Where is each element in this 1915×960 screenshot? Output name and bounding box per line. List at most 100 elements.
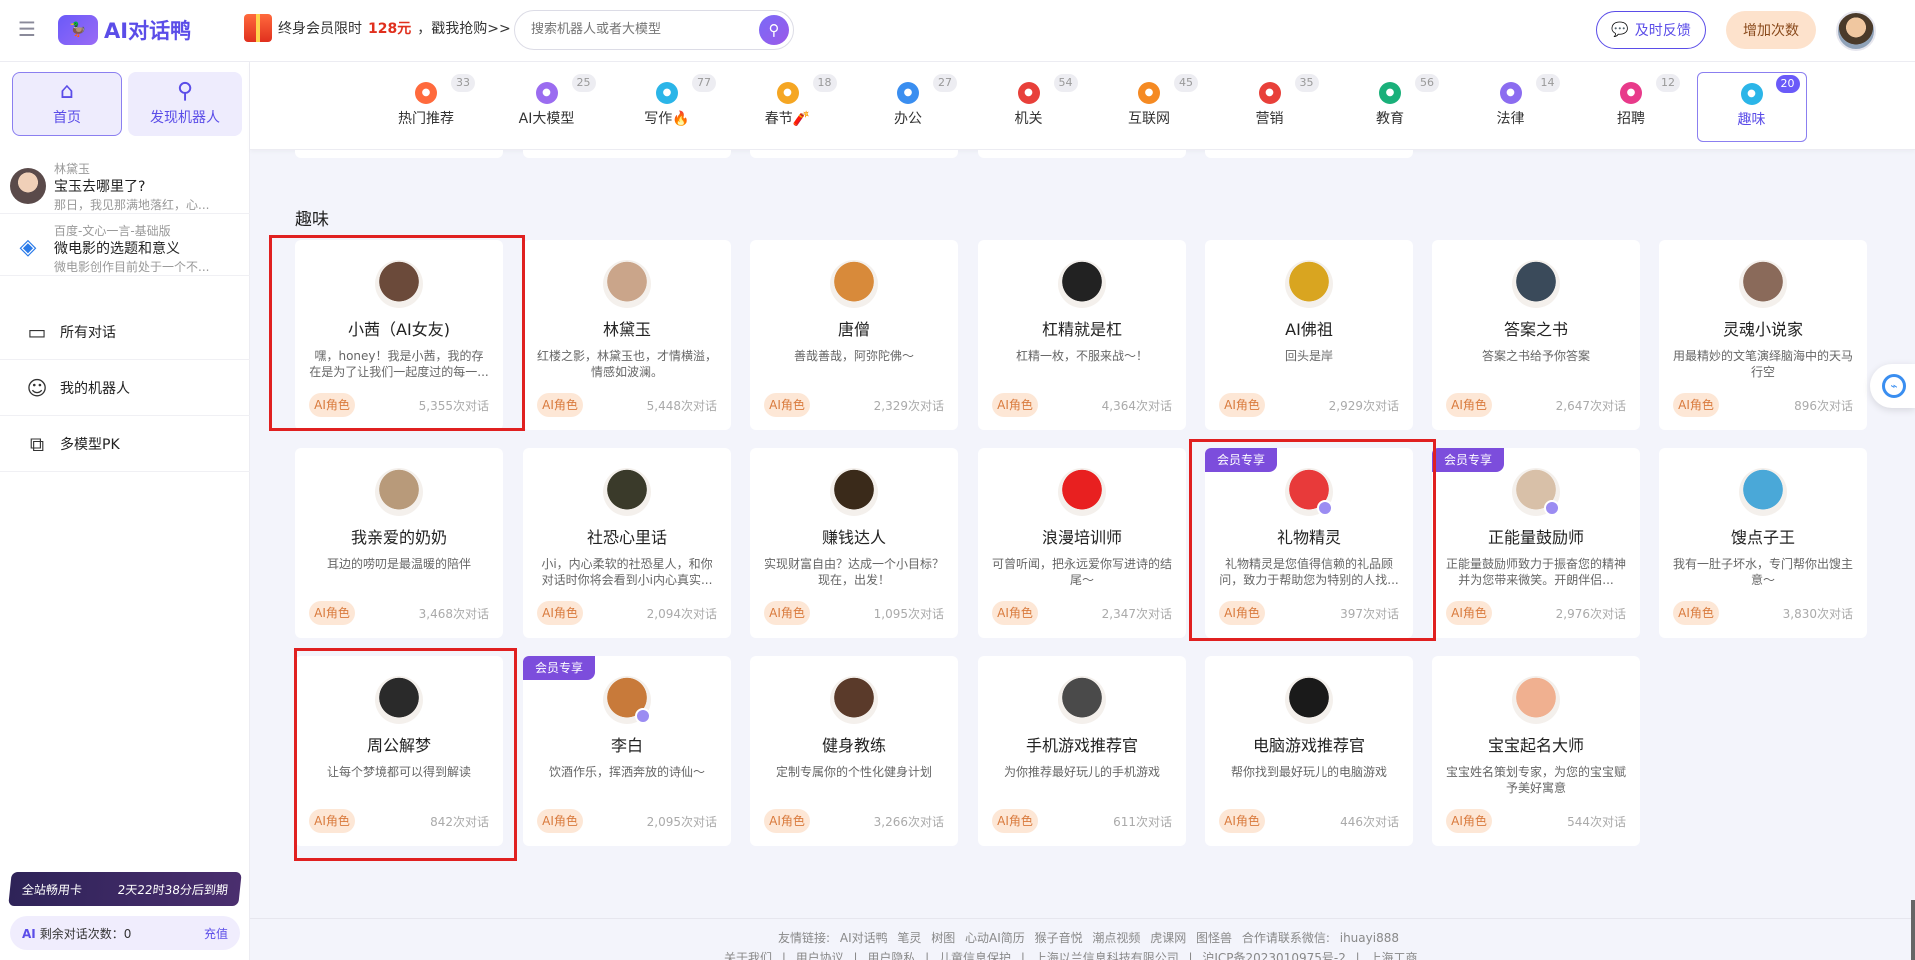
bot-description: 红楼之影，林黛玉也，才情横溢，情感如波澜。 [537, 349, 717, 379]
promo-price: 128元 [368, 21, 412, 37]
chat-count: 3,468次对话 [418, 607, 489, 621]
card-strip [750, 150, 958, 158]
bot-card[interactable]: 我亲爱的奶奶 耳边的唠叨是最温暖的陪伴 AI角色 3,468次对话 [295, 448, 503, 638]
footer-links[interactable]: 友情链接: AI对话鸭 笔灵 树图 心动AI简历 猴子音悦 潮点视频 虎课网 图… [778, 929, 1399, 946]
bot-card[interactable]: 宝宝起名大师 宝宝姓名策划专家，为您的宝宝赋予美好寓意 AI角色 544次对话 [1432, 656, 1640, 846]
chat-count: 3,266次对话 [873, 815, 944, 829]
chat-count: 2,094次对话 [646, 607, 717, 621]
logo[interactable]: 🦆 AI对话鸭 [58, 12, 191, 48]
bot-card[interactable]: AI佛祖 回头是岸 AI角色 2,929次对话 [1205, 240, 1413, 430]
bot-card[interactable]: 赚钱达人 实现财富自由？达成一个小目标？现在，出发！ AI角色 1,095次对话 [750, 448, 958, 638]
category-tab[interactable]: ● 招聘 12 [1576, 72, 1686, 142]
gold-coins-icon [830, 468, 878, 516]
search-input[interactable] [531, 21, 741, 36]
vip-card-expiry: 2天22时38分后到期 [117, 882, 229, 897]
bot-card[interactable]: 小茜（AI女友) 嘿，honey！我是小茜，我的存在是为了让我们一起度过的每一..… [295, 240, 503, 430]
history-item[interactable]: ◈ 百度-文心一言-基础版 微电影的选题和意义 微电影创作目前处于一个不... [0, 214, 250, 276]
history-item[interactable]: 林黛玉 宝玉去哪里了? 那日，我见那满地落红，心... [0, 152, 250, 214]
vip-card[interactable]: 全站畅用卡 2天22时38分后到期 [8, 872, 242, 906]
model-pk-link[interactable]: ⧉ 多模型PK [0, 416, 250, 472]
category-icon: ● [1138, 82, 1160, 104]
card-strip [295, 150, 503, 158]
category-tab[interactable]: ● AI大模型 25 [492, 72, 602, 142]
bot-card[interactable]: 答案之书 答案之书给予你答案 AI角色 2,647次对话 [1432, 240, 1640, 430]
bot-name: 手机游戏推荐官 [1025, 736, 1138, 755]
home-label: 首页 [53, 110, 81, 126]
discover-label: 发现机器人 [150, 110, 220, 126]
chat-count: 2,929次对话 [1328, 399, 1399, 413]
category-label: 机关 [1014, 111, 1043, 127]
category-count: 12 [1656, 74, 1680, 92]
home-button[interactable]: ⌂ 首页 [12, 72, 122, 136]
category-icon: ● [776, 82, 799, 104]
category-tab[interactable]: ● 营销 35 [1215, 72, 1325, 142]
remaining-label: 剩余对话次数：0 [39, 926, 132, 941]
search-icon: ⚲ [768, 21, 780, 39]
bot-description: 我有一肚子坏水，专门帮你出馊主意～ [1673, 557, 1853, 587]
role-tag: AI角色 [764, 809, 810, 833]
footer-legal[interactable]: 关于我们 | 用户协议 | 用户隐私 | 儿童信息保护 | 上海以兰信息科技有限… [724, 949, 1418, 960]
role-tag: AI角色 [1446, 393, 1492, 417]
bot-card[interactable]: 社恐心里话 小i，内心柔软的社恐星人，和你对话时你将会看到小i内心真实... AI角… [523, 448, 731, 638]
all-chats-link[interactable]: ▭ 所有对话 [0, 304, 250, 360]
category-tab[interactable]: ● 教育 56 [1335, 72, 1445, 142]
role-tag: AI角色 [1673, 601, 1719, 625]
search-button[interactable]: ⚲ [759, 15, 789, 45]
chat-icon: ▭ [27, 319, 47, 344]
user-avatar[interactable] [1836, 11, 1876, 51]
bot-card[interactable]: 周公解梦 让每个梦境都可以得到解读 AI角色 842次对话 [295, 656, 503, 846]
category-count: 45 [1174, 74, 1198, 92]
heart-icon [1058, 468, 1106, 516]
category-icon: ● [1379, 82, 1401, 104]
bot-name: 小茜（AI女友) [348, 320, 450, 339]
bot-card[interactable]: 杠精就是杠 杠精一枚，不服来战～！ AI角色 4,364次对话 [978, 240, 1186, 430]
bot-card[interactable]: 浪漫培训师 可曾听闻，把永远爱你写进诗的结尾～ AI角色 2,347次对话 [978, 448, 1186, 638]
category-tab[interactable]: ● 办公 27 [853, 72, 963, 142]
float-assistant-button[interactable]: ⌁ [1870, 364, 1915, 408]
category-tab[interactable]: ● 互联网 45 [1094, 72, 1204, 142]
category-tab[interactable]: ● 法律 14 [1456, 72, 1566, 142]
bot-name: 馊点子王 [1730, 528, 1795, 547]
bot-card[interactable]: 会员专享 礼物精灵 礼物精灵是您值得信赖的礼品顾问，致力于帮助您为特别的人找... A… [1205, 448, 1413, 638]
lin-daiyu-avatar [10, 168, 46, 204]
vip-mark-icon [635, 708, 651, 724]
category-tab[interactable]: ● 热门推荐 33 [371, 72, 481, 142]
bot-card[interactable]: 会员专享 正能量鼓励师 正能量鼓励师致力于振奋您的精神并为您带来微笑。开朗伴侣...… [1432, 448, 1640, 638]
scrollbar[interactable] [1911, 900, 1915, 960]
bot-card[interactable]: 健身教练 定制专属你的个性化健身计划 AI角色 3,266次对话 [750, 656, 958, 846]
chat-count: 2,347次对话 [1101, 607, 1172, 621]
promo-banner[interactable]: 终身会员限时 128元 ，戳我抢购>> [244, 14, 511, 42]
bot-card[interactable]: 手机游戏推荐官 为你推荐最好玩儿的手机游戏 AI角色 611次对话 [978, 656, 1186, 846]
category-tab[interactable]: ● 写作🔥 77 [612, 72, 722, 142]
category-tab[interactable]: ● 春节🧨 18 [733, 72, 843, 142]
category-label: 办公 [894, 111, 922, 127]
role-tag: AI角色 [1219, 809, 1265, 833]
role-tag: AI角色 [1446, 601, 1492, 625]
bot-card[interactable]: 灵魂小说家 用最精妙的文笔演绎脑海中的天马行空 AI角色 896次对话 [1659, 240, 1867, 430]
my-bots-link[interactable]: ☺ 我的机器人 [0, 360, 250, 416]
category-tab[interactable]: ● 机关 54 [974, 72, 1084, 142]
card-strip [978, 150, 1186, 158]
feedback-button[interactable]: 💬 及时反馈 [1596, 11, 1706, 49]
add-count-button[interactable]: 增加次数 [1726, 11, 1816, 49]
promo-prefix: 终身会员限时 [278, 21, 362, 37]
bot-card[interactable]: 电脑游戏推荐官 帮你找到最好玩儿的电脑游戏 AI角色 446次对话 [1205, 656, 1413, 846]
category-tab[interactable]: ● 趣味 20 [1696, 72, 1807, 142]
role-tag: AI角色 [309, 809, 355, 833]
discover-bots-button[interactable]: ⚲ 发现机器人 [128, 72, 242, 136]
bot-description: 可曾听闻，把永远爱你写进诗的结尾～ [992, 557, 1172, 587]
menu-icon[interactable]: ☰ [18, 19, 40, 39]
bot-description: 帮你找到最好玩儿的电脑游戏 [1230, 765, 1387, 779]
bot-card[interactable]: 林黛玉 红楼之影，林黛玉也，才情横溢，情感如波澜。 AI角色 5,448次对话 [523, 240, 731, 430]
avatar-girl [375, 260, 423, 308]
bot-card[interactable]: 唐僧 善哉善哉，阿弥陀佛～ AI角色 2,329次对话 [750, 240, 958, 430]
bot-card[interactable]: 会员专享 李白 饮酒作乐，挥洒奔放的诗仙～ AI角色 2,095次对话 [523, 656, 731, 846]
recharge-link[interactable]: 充值 [204, 925, 228, 942]
bot-card[interactable]: 馊点子王 我有一肚子坏水，专门帮你出馊主意～ AI角色 3,830次对话 [1659, 448, 1867, 638]
bot-description: 嘿，honey！我是小茜，我的存在是为了让我们一起度过的每一... [309, 349, 489, 379]
category-count: 25 [571, 74, 596, 92]
computer-game-icon [1285, 676, 1333, 724]
lightbulb-icon [1739, 468, 1787, 516]
category-label: 法律 [1496, 111, 1525, 127]
chat-count: 2,647次对话 [1555, 399, 1626, 413]
